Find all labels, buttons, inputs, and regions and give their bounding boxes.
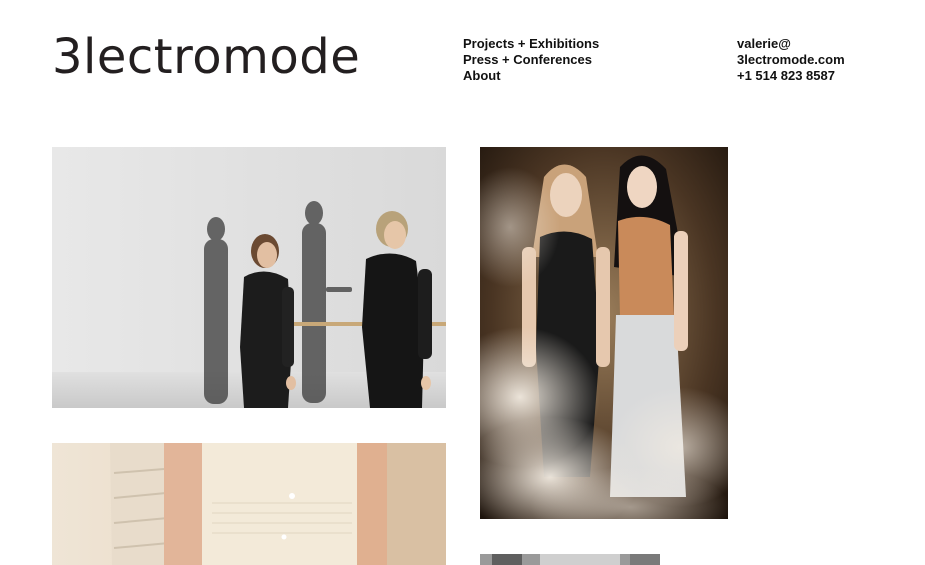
contact-email-line1[interactable]: valerie@: [737, 36, 845, 52]
gallery-photo-garment[interactable]: [52, 443, 446, 565]
gallery-photo-smoke[interactable]: [480, 147, 728, 519]
main-nav: Projects + Exhibitions Press + Conferenc…: [463, 36, 599, 84]
contact-phone: +1 514 823 8587: [737, 68, 835, 83]
nav-press-conferences[interactable]: Press + Conferences: [463, 52, 599, 68]
contact-email-line2[interactable]: 3lectromode.com: [737, 52, 845, 68]
page: 3lectromode Projects + Exhibitions Press…: [0, 0, 925, 565]
nav-about[interactable]: About: [463, 68, 599, 84]
contact-info: valerie@ 3lectromode.com +1 514 823 8587: [737, 36, 845, 84]
nav-projects-exhibitions[interactable]: Projects + Exhibitions: [463, 36, 599, 52]
gallery-photo-shadows[interactable]: [52, 147, 446, 408]
gallery-photo-partial[interactable]: [480, 554, 660, 565]
site-logo[interactable]: 3lectromode: [52, 26, 360, 88]
